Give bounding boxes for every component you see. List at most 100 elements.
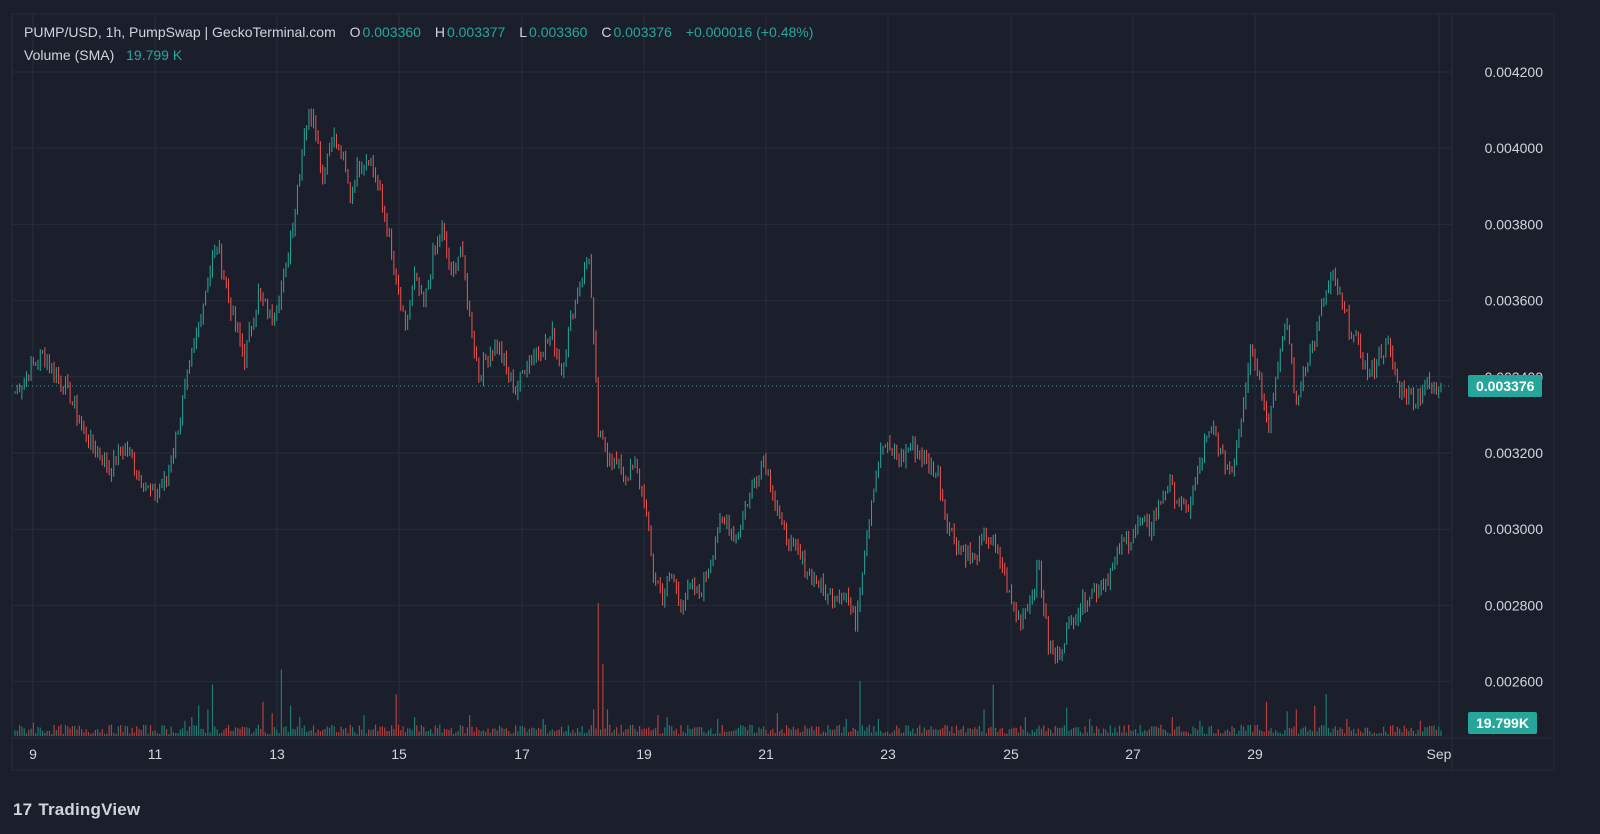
volume-bar <box>106 733 108 736</box>
volume-bar <box>83 732 85 736</box>
volume-bar <box>1405 728 1408 736</box>
price-tick-label: 0.002600 <box>1485 674 1544 690</box>
volume-bar <box>698 727 700 736</box>
volume-bar <box>1079 731 1082 736</box>
volume-bar <box>1075 727 1077 736</box>
volume-bar <box>781 729 783 736</box>
volume-bar <box>994 727 997 736</box>
volume-bar <box>126 726 129 736</box>
volume-bar <box>1249 724 1252 736</box>
volume-bar <box>774 732 776 736</box>
volume-bar <box>974 727 976 736</box>
tradingview-logo-icon: 17 <box>13 800 33 819</box>
time-tick-label: 15 <box>391 746 407 762</box>
volume-bar <box>184 720 186 736</box>
volume-bar <box>492 728 494 736</box>
volume-bar <box>51 733 53 736</box>
volume-bar <box>857 730 859 736</box>
volume-bar <box>39 727 41 736</box>
volume-bar <box>769 730 772 736</box>
volume-bar <box>37 727 39 736</box>
volume-bar <box>322 729 324 736</box>
volume-bar <box>1059 728 1061 736</box>
volume-bar <box>1247 725 1249 736</box>
volume-bar <box>847 732 850 736</box>
volume-bar <box>103 733 106 736</box>
volume-bar <box>354 732 356 736</box>
volume-bar <box>351 727 354 736</box>
volume-bar <box>1089 718 1091 736</box>
tradingview-logo[interactable]: 17 TradingView <box>13 800 140 820</box>
volume-bar <box>572 729 574 736</box>
volume-bar <box>554 731 556 736</box>
volume-bar <box>1112 732 1114 736</box>
volume-bar <box>1431 725 1433 736</box>
volume-bar <box>14 730 16 736</box>
volume-bar <box>1093 733 1095 736</box>
volume-bar <box>122 731 124 736</box>
volume-bar <box>186 730 188 736</box>
volume-bar <box>521 726 524 736</box>
volume-bar <box>1123 725 1125 736</box>
volume-legend: Volume (SMA) 19.799 K <box>24 47 184 63</box>
volume-bar <box>675 728 677 736</box>
volume-bar <box>340 726 342 736</box>
volume-bar <box>898 728 900 736</box>
volume-bar <box>1206 734 1208 736</box>
volume-bar <box>537 727 540 736</box>
volume-label[interactable]: Volume (SMA) <box>24 47 114 63</box>
volume-bar <box>726 732 728 736</box>
symbol-title[interactable]: PUMP/USD, 1h, PumpSwap | GeckoTerminal.c… <box>24 24 336 40</box>
volume-bar <box>1162 729 1164 736</box>
volume-bar <box>1348 727 1350 736</box>
volume-bar <box>636 731 638 736</box>
volume-bar <box>1151 726 1153 736</box>
volume-bar <box>1272 732 1274 736</box>
volume-bar <box>1063 725 1066 736</box>
volume-bar <box>462 726 464 736</box>
volume-bar <box>728 731 730 736</box>
volume-bar <box>1029 733 1031 736</box>
volume-bar <box>397 724 400 736</box>
time-axis[interactable]: 9 11 13 15 17 19 21 23 25 27 29 Sep <box>29 746 1452 762</box>
volume-bar <box>618 733 620 736</box>
volume-bar <box>893 730 896 736</box>
volume-bar <box>606 709 609 736</box>
volume-bar <box>1036 728 1038 736</box>
volume-bar <box>443 728 446 736</box>
volume-bar <box>1231 726 1233 736</box>
volume-bar <box>990 726 992 736</box>
volume-bar <box>1339 727 1341 736</box>
open-value: 0.003360 <box>362 24 421 40</box>
volume-bar <box>292 728 294 736</box>
volume-bar <box>1364 727 1366 736</box>
chart-canvas[interactable]: 0.0042000.0040000.0038000.0036000.003400… <box>0 0 1600 834</box>
volume-bar <box>1433 725 1435 736</box>
volume-bar <box>198 705 200 736</box>
volume-bar <box>634 728 636 736</box>
volume-bar <box>452 733 455 736</box>
volume-bar <box>659 733 661 736</box>
volume-bar <box>1082 733 1084 736</box>
volume-bar <box>976 728 978 736</box>
volume-bar <box>225 727 227 736</box>
volume-bar <box>1360 731 1362 736</box>
price-tick-label: 0.003000 <box>1485 521 1544 537</box>
volume-bar <box>142 724 145 736</box>
volume-bar <box>76 729 78 736</box>
volume-bar <box>455 732 457 736</box>
volume-bar <box>645 728 648 736</box>
volume-bar <box>1050 729 1052 736</box>
volume-bar <box>992 684 994 736</box>
volume-bar <box>926 729 928 736</box>
volume-bar <box>540 729 542 736</box>
volume-bar <box>935 729 937 736</box>
volume-bar <box>1190 733 1192 736</box>
volume-bar <box>1256 724 1258 736</box>
volume-bar <box>163 725 165 736</box>
volume-bar <box>700 727 703 736</box>
volume-bar <box>177 732 179 736</box>
volume-bar <box>1061 727 1063 736</box>
volume-bar <box>1238 730 1240 736</box>
volume-bar <box>55 730 57 736</box>
